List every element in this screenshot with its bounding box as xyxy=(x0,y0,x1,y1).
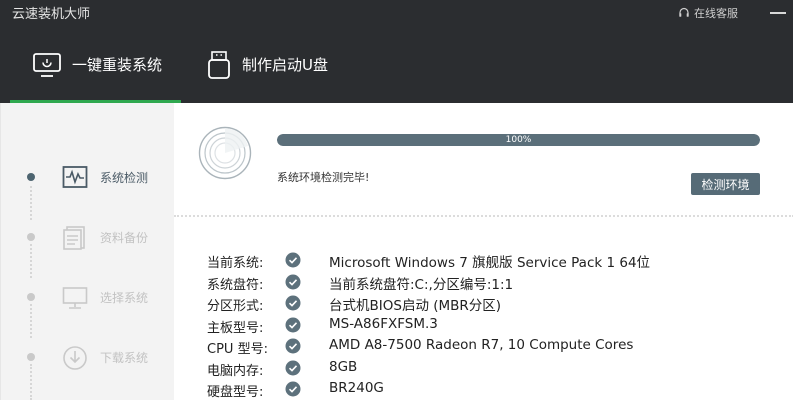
info-value: BR240G xyxy=(329,380,384,396)
pulse-monitor-icon xyxy=(62,166,88,188)
headset-icon xyxy=(679,7,689,17)
step-system-check: 系统检测 xyxy=(1,156,174,196)
tab-make-usb[interactable]: 制作启动U盘 xyxy=(206,26,328,103)
step-dot xyxy=(27,353,35,361)
step-list: 系统检测 资料备份 选择系统 下载系统 xyxy=(1,103,174,400)
info-key: 硬盘型号: xyxy=(207,385,264,400)
online-support-link[interactable]: 在线客服 xyxy=(678,5,738,21)
info-key: CPU 型号: xyxy=(207,342,268,357)
info-value: 台式机BIOS启动 (MBR分区) xyxy=(329,298,502,314)
check-progress-bar: 100% xyxy=(277,134,760,146)
online-support-label: 在线客服 xyxy=(694,7,738,20)
info-key: 当前系统: xyxy=(207,256,264,271)
tab-reinstall-system[interactable]: 一键重装系统 xyxy=(10,26,181,103)
monitor-icon xyxy=(33,52,61,77)
step-dot xyxy=(27,233,35,241)
check-circle-icon xyxy=(285,274,301,289)
system-info-row: 电脑内存: 8GB xyxy=(207,358,767,380)
usb-drive-icon xyxy=(208,50,230,79)
system-info-row: 系统盘符: 当前系统盘符:C:,分区编号:1:1 xyxy=(207,272,767,294)
info-key: 系统盘符: xyxy=(207,277,264,293)
step-label: 资料备份 xyxy=(100,231,149,245)
info-key: 主板型号: xyxy=(207,320,264,336)
info-value: MS-A86FXFSM.3 xyxy=(329,315,438,332)
check-circle-icon xyxy=(285,381,301,397)
check-circle-icon xyxy=(285,317,301,332)
step-label: 系统检测 xyxy=(100,171,149,185)
scan-radar-icon xyxy=(198,126,252,180)
step-label: 下载系统 xyxy=(100,351,149,365)
info-key: 电脑内存: xyxy=(207,363,264,379)
system-info-row: 分区形式: 台式机BIOS启动 (MBR分区) xyxy=(207,293,767,315)
step-dot xyxy=(27,293,35,301)
check-circle-icon xyxy=(285,360,301,375)
info-value: 8GB xyxy=(329,358,358,375)
step-select-system: 选择系统 xyxy=(1,276,174,316)
check-status-text: 系统环境检测完毕! xyxy=(277,171,370,184)
info-value: AMD A8-7500 Radeon R7, 10 Compute Cores xyxy=(329,337,634,353)
progress-percent: 100% xyxy=(505,135,532,145)
tab-reinstall-label: 一键重装系统 xyxy=(72,56,163,74)
info-key: 分区形式: xyxy=(207,299,264,314)
minimize-button[interactable] xyxy=(770,12,786,14)
step-data-backup: 资料备份 xyxy=(1,216,174,256)
monitor-icon xyxy=(62,287,88,309)
system-info-row: 硬盘型号: BR240G xyxy=(207,379,767,400)
tab-usb-label: 制作启动U盘 xyxy=(242,56,328,74)
info-value: Microsoft Windows 7 旗舰版 Service Pack 1 6… xyxy=(329,255,651,271)
check-circle-icon xyxy=(285,295,301,311)
check-circle-icon xyxy=(285,338,301,354)
app-title: 云速装机大师 xyxy=(12,7,91,22)
document-icon xyxy=(63,226,85,250)
step-label: 选择系统 xyxy=(100,291,149,305)
section-divider xyxy=(174,215,793,217)
main-tabs: 一键重装系统 制作启动U盘 xyxy=(0,26,793,103)
main-panel: 系统检测 资料备份 选择系统 下载系统 100% 系统环境检测完毕! 检测环境 … xyxy=(0,103,793,400)
system-info-row: 当前系统: Microsoft Windows 7 旗舰版 Service Pac… xyxy=(207,250,767,272)
download-icon xyxy=(63,346,87,370)
system-info-row: CPU 型号: AMD A8-7500 Radeon R7, 10 Compute… xyxy=(207,336,767,358)
system-info-row: 主板型号: MS-A86FXFSM.3 xyxy=(207,315,767,337)
check-circle-icon xyxy=(285,252,301,268)
info-value: 当前系统盘符:C:,分区编号:1:1 xyxy=(329,276,514,293)
step-dot xyxy=(27,173,35,181)
step-download-system: 下载系统 xyxy=(1,336,174,376)
title-bar: 云速装机大师 在线客服 xyxy=(0,0,793,26)
check-environment-button[interactable]: 检测环境 xyxy=(691,173,760,195)
